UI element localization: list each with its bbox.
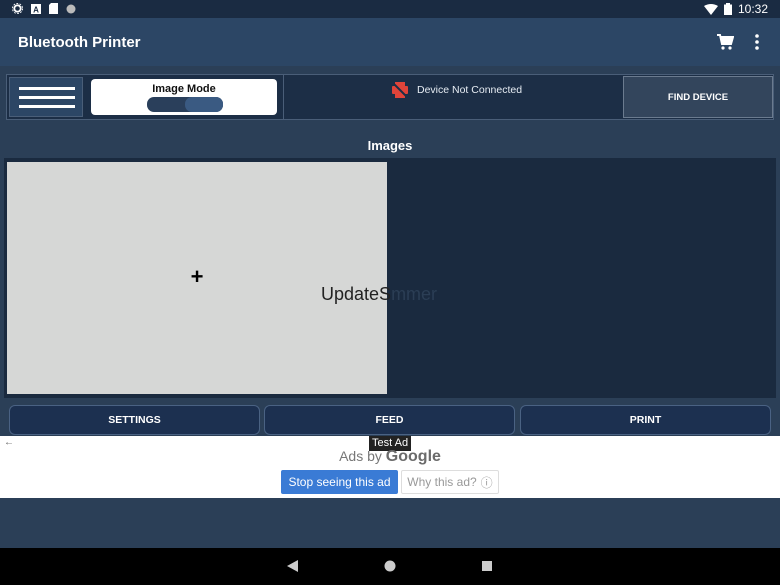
switch-knob xyxy=(185,97,223,112)
why-this-ad-button[interactable]: Why this ad? ⓘ xyxy=(401,470,499,494)
settings-button[interactable]: SETTINGS xyxy=(9,405,260,435)
menu-line xyxy=(19,87,75,90)
menu-line xyxy=(19,105,75,108)
battery-icon xyxy=(723,3,732,15)
more-vert-icon[interactable] xyxy=(754,34,760,50)
ad-banner: ← Test Ad Ads by Google Stop seeing this… xyxy=(0,436,780,498)
circle-icon xyxy=(66,4,76,13)
hamburger-menu-button[interactable] xyxy=(9,77,83,117)
device-status-text: Device Not Connected xyxy=(417,84,523,96)
toolbar-divider xyxy=(283,75,284,119)
device-status: Device Not Connected xyxy=(391,82,522,98)
text-a-icon: A xyxy=(31,3,41,14)
ads-by-google: Ads by Google xyxy=(0,448,780,466)
home-icon[interactable] xyxy=(384,560,396,572)
image-area: + UpdateSmmer xyxy=(4,158,776,398)
image-mode-switch[interactable] xyxy=(147,97,223,112)
images-title: Images xyxy=(367,138,413,153)
add-image-slot[interactable]: + xyxy=(7,162,387,394)
ad-back-icon[interactable]: ← xyxy=(4,437,14,448)
print-button[interactable]: PRINT xyxy=(520,405,771,435)
recents-icon[interactable] xyxy=(482,561,492,571)
image-mode-toggle-box[interactable]: Image Mode xyxy=(91,79,277,115)
wifi-icon xyxy=(703,3,718,15)
sd-card-icon xyxy=(49,3,58,14)
system-nav-bar xyxy=(0,548,780,585)
control-toolbar: Image Mode Device Not Connected FIND DEV… xyxy=(6,74,774,120)
menu-line xyxy=(19,96,75,99)
cart-icon[interactable] xyxy=(716,33,734,51)
stop-seeing-ad-button[interactable]: Stop seeing this ad xyxy=(281,470,398,494)
gear-icon xyxy=(12,3,23,14)
image-mode-label: Image Mode xyxy=(152,83,216,95)
overlay-text-start: UpdateS xyxy=(321,284,392,304)
find-device-button[interactable]: FIND DEVICE xyxy=(623,76,773,118)
overlay-text-end: mmer xyxy=(391,284,438,304)
app-bar: Bluetooth Printer xyxy=(0,18,780,66)
ads-by-text: Ads by xyxy=(339,448,382,464)
printer-disconnected-icon xyxy=(391,82,409,98)
overlay-text: UpdateSmmer xyxy=(321,284,437,305)
clock: 10:32 xyxy=(737,2,768,16)
why-this-ad-label: Why this ad? xyxy=(407,475,477,489)
app-title: Bluetooth Printer xyxy=(18,34,141,51)
feed-button[interactable]: FEED xyxy=(264,405,515,435)
svg-text:A: A xyxy=(33,5,39,14)
status-bar: A 10:32 xyxy=(0,0,780,18)
back-icon[interactable] xyxy=(287,560,298,572)
action-buttons: SETTINGS FEED PRINT xyxy=(9,405,771,435)
info-icon: ⓘ xyxy=(480,475,493,490)
google-logo-text: Google xyxy=(385,448,441,465)
